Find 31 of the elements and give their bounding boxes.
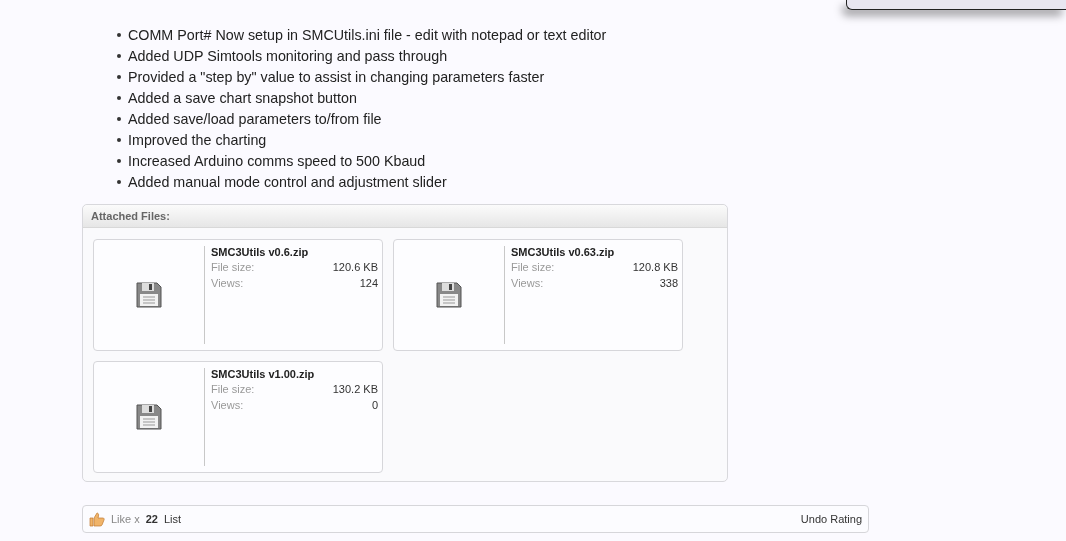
file-size: 120.8 KB — [632, 261, 678, 275]
file-size-label: File size: — [211, 261, 255, 275]
attachment-card[interactable]: SMC3Utils v1.00.zip File size: 130.2 KB Views: 0 — [93, 361, 383, 473]
panel-title: Attached Files: — [91, 210, 170, 222]
change-item: Provided a "step by" value to assist in changing parameters faster — [128, 68, 545, 85]
file-size-label: File size: — [211, 383, 255, 397]
attachment-card[interactable]: SMC3Utils v0.63.zip File size: 120.8 KB Views: 338 — [393, 239, 683, 351]
likes-list-link[interactable]: List — [164, 513, 182, 525]
attachment-card[interactable]: SMC3Utils v0.6.zip File size: 120.6 KB Views: 124 — [93, 239, 383, 351]
undo-rating-link[interactable]: Undo Rating — [800, 513, 862, 525]
change-item: Added manual mode control and adjustment slider — [128, 173, 447, 190]
file-name: SMC3Utils v0.6.zip — [211, 246, 310, 258]
change-item: Improved the charting — [128, 131, 267, 148]
like-label: Like x — [111, 513, 140, 525]
change-item: COMM Port# Now setup in SMCUtils.ini file - edit with notepad or text editor — [128, 26, 607, 43]
change-item: Added a save chart snapshot button — [128, 89, 357, 106]
file-name: SMC3Utils v0.63.zip — [511, 246, 616, 258]
file-size-label: File size: — [511, 261, 555, 275]
views-count: 338 — [659, 277, 678, 291]
file-size: 120.6 KB — [332, 261, 378, 275]
like-count: 22 — [145, 513, 158, 525]
views-count: 0 — [371, 399, 378, 413]
views-label: Views: — [511, 277, 544, 291]
views-count: 124 — [359, 277, 378, 291]
change-item: Added UDP Simtools monitoring and pass through — [128, 47, 448, 64]
file-name: SMC3Utils v1.00.zip — [211, 368, 316, 380]
views-label: Views: — [211, 399, 244, 413]
views-label: Views: — [211, 277, 244, 291]
change-item: Added save/load parameters to/from file — [128, 110, 382, 127]
file-size: 130.2 KB — [332, 383, 378, 397]
change-item: Increased Arduino comms speed to 500 Kbaud — [128, 152, 426, 169]
